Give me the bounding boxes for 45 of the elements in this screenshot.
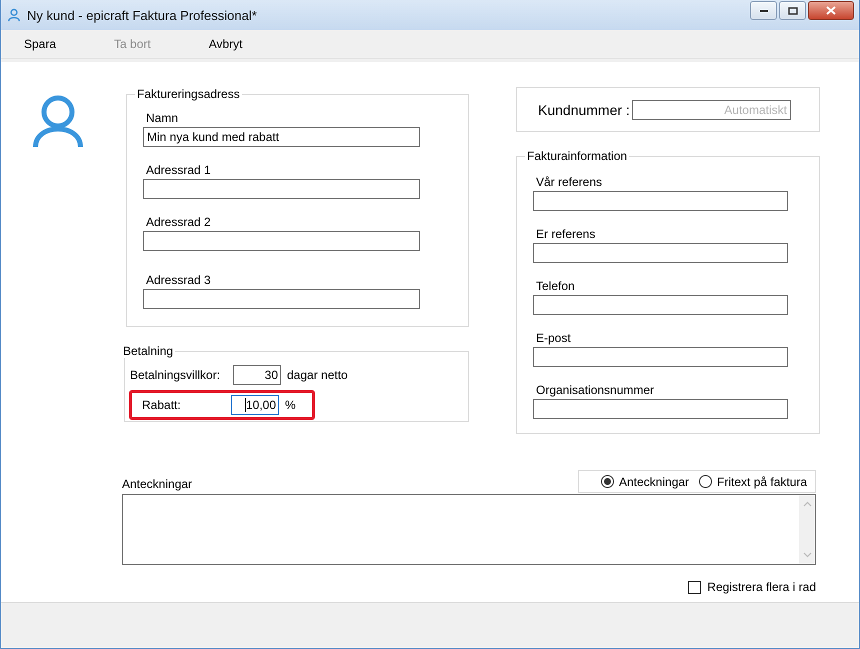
minimize-icon bbox=[758, 8, 768, 12]
menu-item[interactable]: Avbryt bbox=[200, 33, 251, 55]
notes-label: Anteckningar bbox=[122, 477, 192, 493]
input-field[interactable]: 30 bbox=[233, 365, 281, 385]
input-field[interactable] bbox=[533, 347, 788, 367]
group-title: Fakturainformation bbox=[526, 149, 628, 163]
radio-option[interactable]: Fritext på faktura bbox=[699, 474, 808, 488]
field-label: Vår referens bbox=[535, 175, 604, 189]
unit-label: dagar netto bbox=[287, 368, 348, 382]
field-label: Telefon bbox=[535, 279, 576, 293]
maximize-button[interactable] bbox=[779, 1, 806, 20]
radio-option[interactable]: Anteckningar bbox=[601, 474, 690, 488]
window-title: Ny kund - epicraft Faktura Professional* bbox=[27, 8, 257, 22]
field-label: Adressrad 2 bbox=[145, 215, 212, 229]
group-title: Betalning bbox=[122, 344, 174, 358]
unit-label: % bbox=[285, 398, 296, 412]
minimize-button[interactable] bbox=[750, 1, 777, 20]
close-button[interactable] bbox=[808, 1, 854, 20]
input-field[interactable] bbox=[143, 231, 420, 251]
group-title: Faktureringsadress bbox=[136, 87, 241, 101]
field-label: Er referens bbox=[535, 227, 596, 241]
input-field[interactable] bbox=[143, 179, 420, 199]
menu-item[interactable]: Spara bbox=[16, 33, 64, 55]
input-field[interactable]: Min nya kund med rabatt bbox=[143, 127, 420, 147]
field-label: E-post bbox=[535, 331, 572, 345]
field-label: Namn bbox=[145, 111, 180, 125]
input-field[interactable] bbox=[533, 295, 788, 315]
field-label: Betalningsvillkor: bbox=[129, 368, 222, 382]
input-field[interactable]: 10,00 bbox=[231, 395, 279, 415]
person-icon bbox=[33, 95, 83, 149]
field-label: Kundnummer : bbox=[538, 102, 631, 118]
input-field[interactable] bbox=[533, 243, 788, 263]
field-label: Rabatt: bbox=[141, 398, 182, 412]
field-label: Adressrad 3 bbox=[145, 273, 212, 287]
notes-field[interactable] bbox=[122, 494, 816, 565]
field-label: Organisationsnummer bbox=[535, 383, 656, 397]
close-icon bbox=[826, 6, 836, 15]
input-field[interactable] bbox=[143, 289, 420, 309]
checkbox-option[interactable]: Registrera flera i rad bbox=[688, 580, 816, 594]
person-icon bbox=[7, 8, 21, 22]
input-field[interactable]: Automatiskt bbox=[632, 100, 791, 120]
input-field[interactable] bbox=[533, 191, 788, 211]
maximize-icon bbox=[788, 6, 798, 14]
field-label: Adressrad 1 bbox=[145, 163, 212, 177]
input-field[interactable] bbox=[533, 399, 788, 419]
